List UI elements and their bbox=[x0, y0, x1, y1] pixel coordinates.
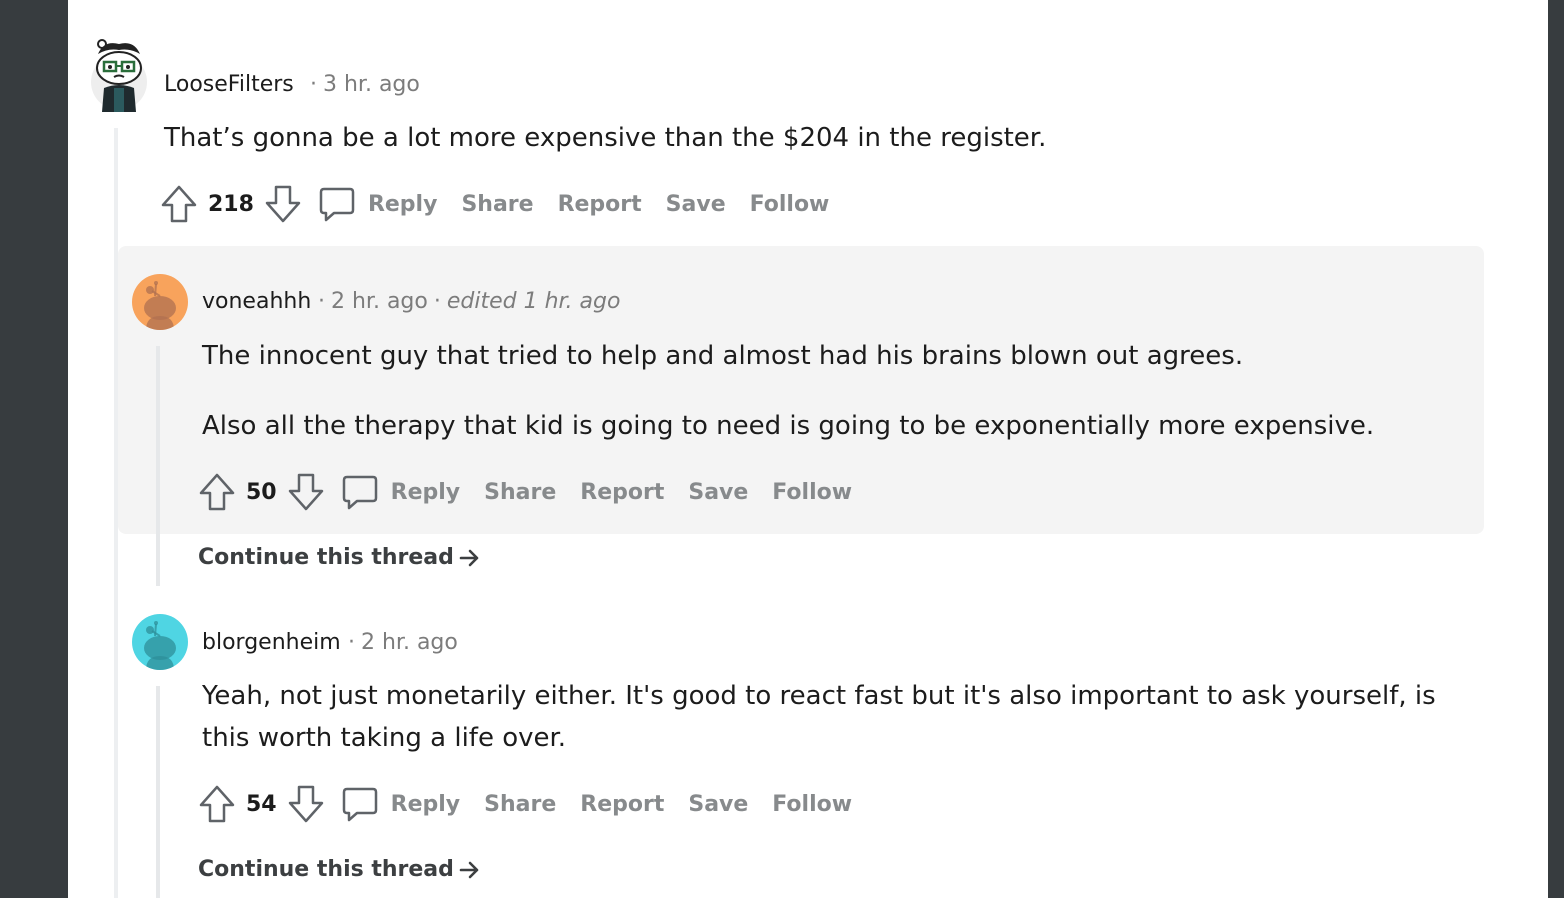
snoo-avatar-icon bbox=[91, 39, 147, 112]
arrow-right-icon bbox=[459, 549, 479, 566]
comment-timestamp[interactable]: 2 hr. ago bbox=[331, 289, 428, 314]
meta-separator: · bbox=[318, 289, 325, 314]
follow-button[interactable]: Follow bbox=[772, 480, 852, 505]
downvote-button[interactable] bbox=[264, 184, 302, 224]
reply-button[interactable]: Reply bbox=[341, 785, 461, 823]
comment-meta: · 2 hr. ago · edited 1 hr. ago bbox=[312, 289, 620, 314]
reply-button[interactable]: Reply bbox=[341, 473, 461, 511]
vote-count: 54 bbox=[246, 791, 277, 817]
comment-author[interactable]: blorgenheim bbox=[202, 630, 341, 655]
snoo-avatar-icon bbox=[144, 281, 176, 330]
report-button[interactable]: Report bbox=[580, 792, 664, 817]
upvote-button[interactable] bbox=[198, 472, 236, 512]
reply-label: Reply bbox=[390, 479, 461, 505]
avatar-blorgenheim[interactable] bbox=[132, 614, 188, 670]
save-button[interactable]: Save bbox=[666, 192, 726, 217]
comment-body-line: Yeah, not just monetarily either. It's g… bbox=[202, 681, 1436, 711]
report-button[interactable]: Report bbox=[580, 480, 664, 505]
share-button[interactable]: Share bbox=[484, 792, 556, 817]
avatar-loosefilters[interactable] bbox=[90, 38, 148, 112]
save-button[interactable]: Save bbox=[688, 792, 748, 817]
thread-line-child[interactable] bbox=[156, 686, 160, 898]
comment-bubble-icon bbox=[342, 475, 377, 510]
comment-body-line: That’s gonna be a lot more expensive tha… bbox=[164, 123, 1047, 153]
follow-button[interactable]: Follow bbox=[750, 192, 830, 217]
comment-author[interactable]: voneahhh bbox=[202, 289, 311, 314]
downvote-icon bbox=[288, 473, 323, 511]
share-button[interactable]: Share bbox=[461, 192, 533, 217]
upvote-icon bbox=[199, 473, 235, 511]
comments-panel: LooseFilters · 3 hr. ago That’s gonna be … bbox=[68, 0, 1548, 898]
upvote-icon bbox=[161, 185, 197, 223]
vote-count: 218 bbox=[208, 191, 254, 217]
continue-thread-label: Continue this thread bbox=[198, 545, 454, 570]
reply-label: Reply bbox=[390, 791, 461, 817]
downvote-icon bbox=[288, 785, 323, 823]
edited-timestamp: edited 1 hr. ago bbox=[446, 289, 621, 314]
vote-count: 50 bbox=[246, 479, 277, 505]
upvote-button[interactable] bbox=[160, 184, 198, 224]
comment-meta: · 3 hr. ago bbox=[304, 72, 420, 97]
upvote-button[interactable] bbox=[198, 784, 236, 824]
follow-button[interactable]: Follow bbox=[772, 792, 852, 817]
meta-separator: · bbox=[433, 289, 441, 314]
comment-bubble-icon bbox=[319, 187, 355, 222]
continue-thread-label: Continue this thread bbox=[198, 857, 454, 882]
comment-body-line: Also all the therapy that kid is going t… bbox=[202, 411, 1375, 441]
save-button[interactable]: Save bbox=[688, 480, 748, 505]
reply-label: Reply bbox=[367, 191, 438, 217]
downvote-button[interactable] bbox=[287, 472, 325, 512]
comment-timestamp[interactable]: 3 hr. ago bbox=[323, 72, 420, 97]
downvote-button[interactable] bbox=[287, 784, 325, 824]
continue-thread-link[interactable]: Continue this thread bbox=[198, 545, 482, 570]
comment-actions: 50 Reply Share Report Save Follow bbox=[198, 470, 852, 514]
meta-separator: · bbox=[310, 72, 317, 97]
snoo-avatar-icon bbox=[144, 621, 176, 670]
comment-body-line: The innocent guy that tried to help and … bbox=[202, 341, 1244, 371]
comment-bubble-icon bbox=[342, 787, 377, 822]
avatar-voneahhh[interactable] bbox=[132, 274, 188, 330]
continue-thread-link[interactable]: Continue this thread bbox=[198, 857, 482, 882]
comment-meta: · 2 hr. ago bbox=[342, 630, 458, 655]
thread-line-child[interactable] bbox=[156, 346, 160, 586]
comment-actions: 218 Reply Share Report Save Follow bbox=[160, 182, 829, 226]
upvote-icon bbox=[199, 785, 235, 823]
comment-author[interactable]: LooseFilters bbox=[164, 72, 294, 97]
report-button[interactable]: Report bbox=[558, 192, 642, 217]
downvote-icon bbox=[265, 185, 301, 223]
comment-body-line: this worth taking a life over. bbox=[202, 723, 567, 753]
arrow-right-icon bbox=[459, 861, 479, 878]
meta-separator: · bbox=[348, 630, 355, 655]
comment-actions: 54 Reply Share Report Save Follow bbox=[198, 782, 852, 826]
reply-button[interactable]: Reply bbox=[318, 185, 438, 223]
comment-timestamp[interactable]: 2 hr. ago bbox=[361, 630, 458, 655]
share-button[interactable]: Share bbox=[484, 480, 556, 505]
